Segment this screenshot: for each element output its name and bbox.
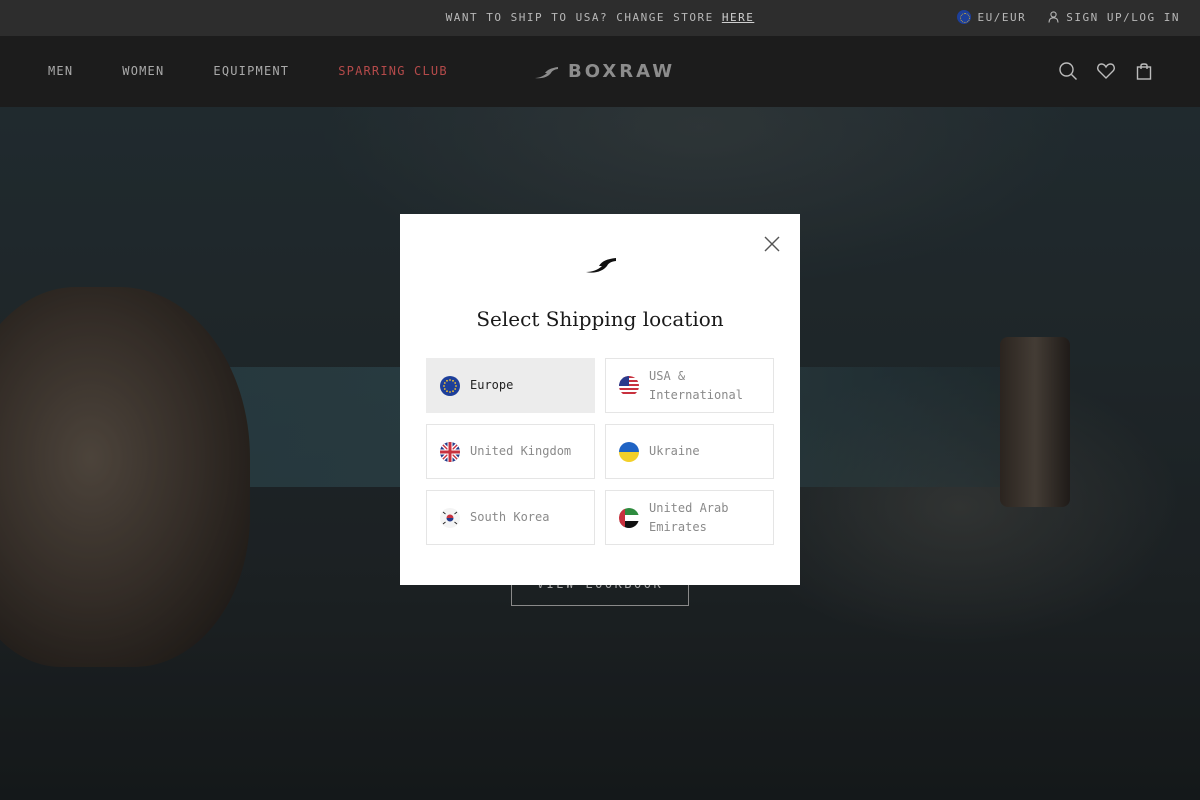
location-label: Europe [470,378,514,392]
eu-flag-icon [440,375,460,396]
location-europe[interactable]: Europe [426,358,595,413]
nav-women[interactable]: WOMEN [122,64,164,78]
currency-label: EU/EUR [977,10,1027,24]
uae-flag-icon [619,507,639,528]
location-label: United Kingdom [470,444,572,458]
location-south-korea[interactable]: South Korea [426,490,595,545]
location-ukraine[interactable]: Ukraine [605,424,774,479]
location-united-kingdom[interactable]: United Kingdom [426,424,595,479]
user-icon [1048,11,1059,23]
brand-swoosh-icon [535,66,558,78]
brand-logo[interactable]: BOXRAW [534,61,675,82]
location-label: South Korea [470,510,550,524]
bag-icon[interactable] [1134,61,1154,81]
ukraine-flag-icon [619,441,639,462]
modal-title: Select Shipping location [476,307,724,331]
account-label: SIGN UP/LOG IN [1066,10,1180,24]
search-icon[interactable] [1058,61,1078,81]
nav-men[interactable]: MEN [48,64,73,78]
location-label: Ukraine [649,444,700,458]
south-korea-flag-icon [440,507,460,528]
brand-name: BOXRAW [568,61,676,82]
heart-icon[interactable] [1096,61,1116,81]
currency-selector[interactable]: EU/EUR [956,10,1027,24]
us-flag-icon [619,375,639,396]
change-store-link[interactable]: HERE [722,11,755,24]
location-usa-international[interactable]: USA & International [605,358,774,413]
location-uae[interactable]: United Arab Emirates [605,490,774,545]
eu-flag-icon [956,10,971,24]
nav-sparring-club[interactable]: SPARRING CLUB [338,64,448,78]
location-label: USA & International [649,368,743,402]
announcement-bar: WANT TO SHIP TO USA? CHANGE STORE HERE E… [0,0,1200,36]
location-label: United Arab Emirates [649,500,729,534]
location-grid: Europe USA & International United Kingdo… [426,358,774,545]
uk-flag-icon [440,441,460,462]
nav-equipment[interactable]: EQUIPMENT [213,64,289,78]
main-nav: MEN WOMEN EQUIPMENT SPARRING CLUB BOXRAW [0,36,1200,107]
account-link[interactable]: SIGN UP/LOG IN [1048,11,1180,24]
announcement-text: WANT TO SHIP TO USA? CHANGE STORE [445,11,714,24]
brand-swoosh-icon [586,258,616,273]
shipping-location-modal: Select Shipping location Europe USA & In… [400,214,800,585]
close-icon[interactable] [762,234,782,254]
